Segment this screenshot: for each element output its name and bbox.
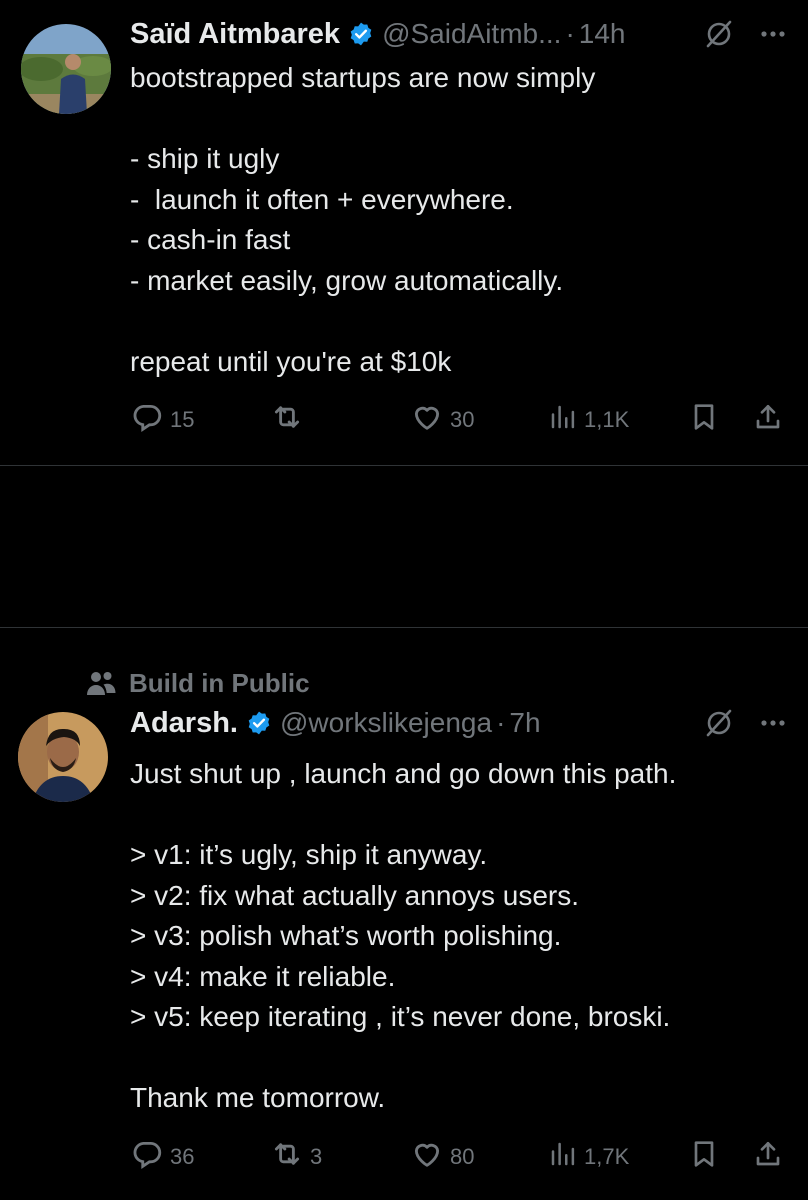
author-handle[interactable]: @workslikejenga	[280, 707, 492, 739]
tweet-2[interactable]: Adarsh. @workslikejenga · 7h Just shut u…	[0, 627, 808, 1200]
divider	[0, 465, 808, 466]
views-button[interactable]: 1,1K	[548, 398, 629, 442]
author-name[interactable]: Saïd Aitmbarek	[130, 18, 340, 51]
avatar[interactable]	[21, 24, 111, 114]
avatar[interactable]	[18, 712, 108, 802]
reply-icon	[130, 1137, 164, 1177]
author-name[interactable]: Adarsh.	[130, 707, 238, 740]
bookmark-icon	[688, 400, 720, 440]
tweet-1[interactable]: Saïd Aitmbarek @SaidAitmb... · 14h boots…	[0, 0, 808, 465]
separator-dot: ·	[496, 707, 506, 738]
timestamp[interactable]: 7h	[509, 707, 540, 739]
like-icon	[410, 1137, 444, 1177]
views-count: 1,1K	[584, 407, 630, 432]
more-icon[interactable]	[760, 30, 786, 38]
like-count: 30	[450, 407, 475, 432]
share-button[interactable]	[752, 398, 784, 442]
separator-dot: ·	[565, 18, 575, 49]
reply-icon	[130, 400, 164, 440]
views-icon	[548, 400, 578, 440]
like-icon	[410, 400, 444, 440]
reply-count: 36	[170, 1144, 195, 1169]
bookmark-button[interactable]	[688, 398, 720, 442]
tweet-text: Just shut up , launch and go down this p…	[130, 758, 677, 1113]
repost-count: 3	[310, 1144, 323, 1169]
reply-button[interactable]: 36	[130, 1135, 194, 1179]
views-count: 1,7K	[584, 1144, 630, 1169]
tweet-text: bootstrapped startups are now simply - s…	[130, 62, 596, 377]
like-button[interactable]: 30	[410, 398, 474, 442]
verified-icon	[246, 710, 272, 736]
more-icon[interactable]	[760, 719, 786, 727]
reply-count: 15	[170, 407, 195, 432]
repost-button[interactable]	[270, 398, 310, 442]
repost-icon	[270, 1137, 304, 1177]
repost-button[interactable]: 3	[270, 1135, 322, 1179]
views-button[interactable]: 1,7K	[548, 1135, 629, 1179]
like-count: 80	[450, 1144, 475, 1169]
repost-icon	[270, 400, 304, 440]
like-button[interactable]: 80	[410, 1135, 474, 1179]
verified-icon	[348, 21, 374, 47]
author-handle[interactable]: @SaidAitmb...	[382, 18, 561, 50]
share-icon	[752, 1137, 784, 1177]
reply-button[interactable]: 15	[130, 398, 194, 442]
timestamp[interactable]: 14h	[579, 18, 626, 50]
bookmark-icon	[688, 1137, 720, 1177]
grok-icon[interactable]	[704, 708, 734, 738]
share-icon	[752, 400, 784, 440]
views-icon	[548, 1137, 578, 1177]
bookmark-button[interactable]	[688, 1135, 720, 1179]
grok-icon[interactable]	[704, 19, 734, 49]
share-button[interactable]	[752, 1135, 784, 1179]
